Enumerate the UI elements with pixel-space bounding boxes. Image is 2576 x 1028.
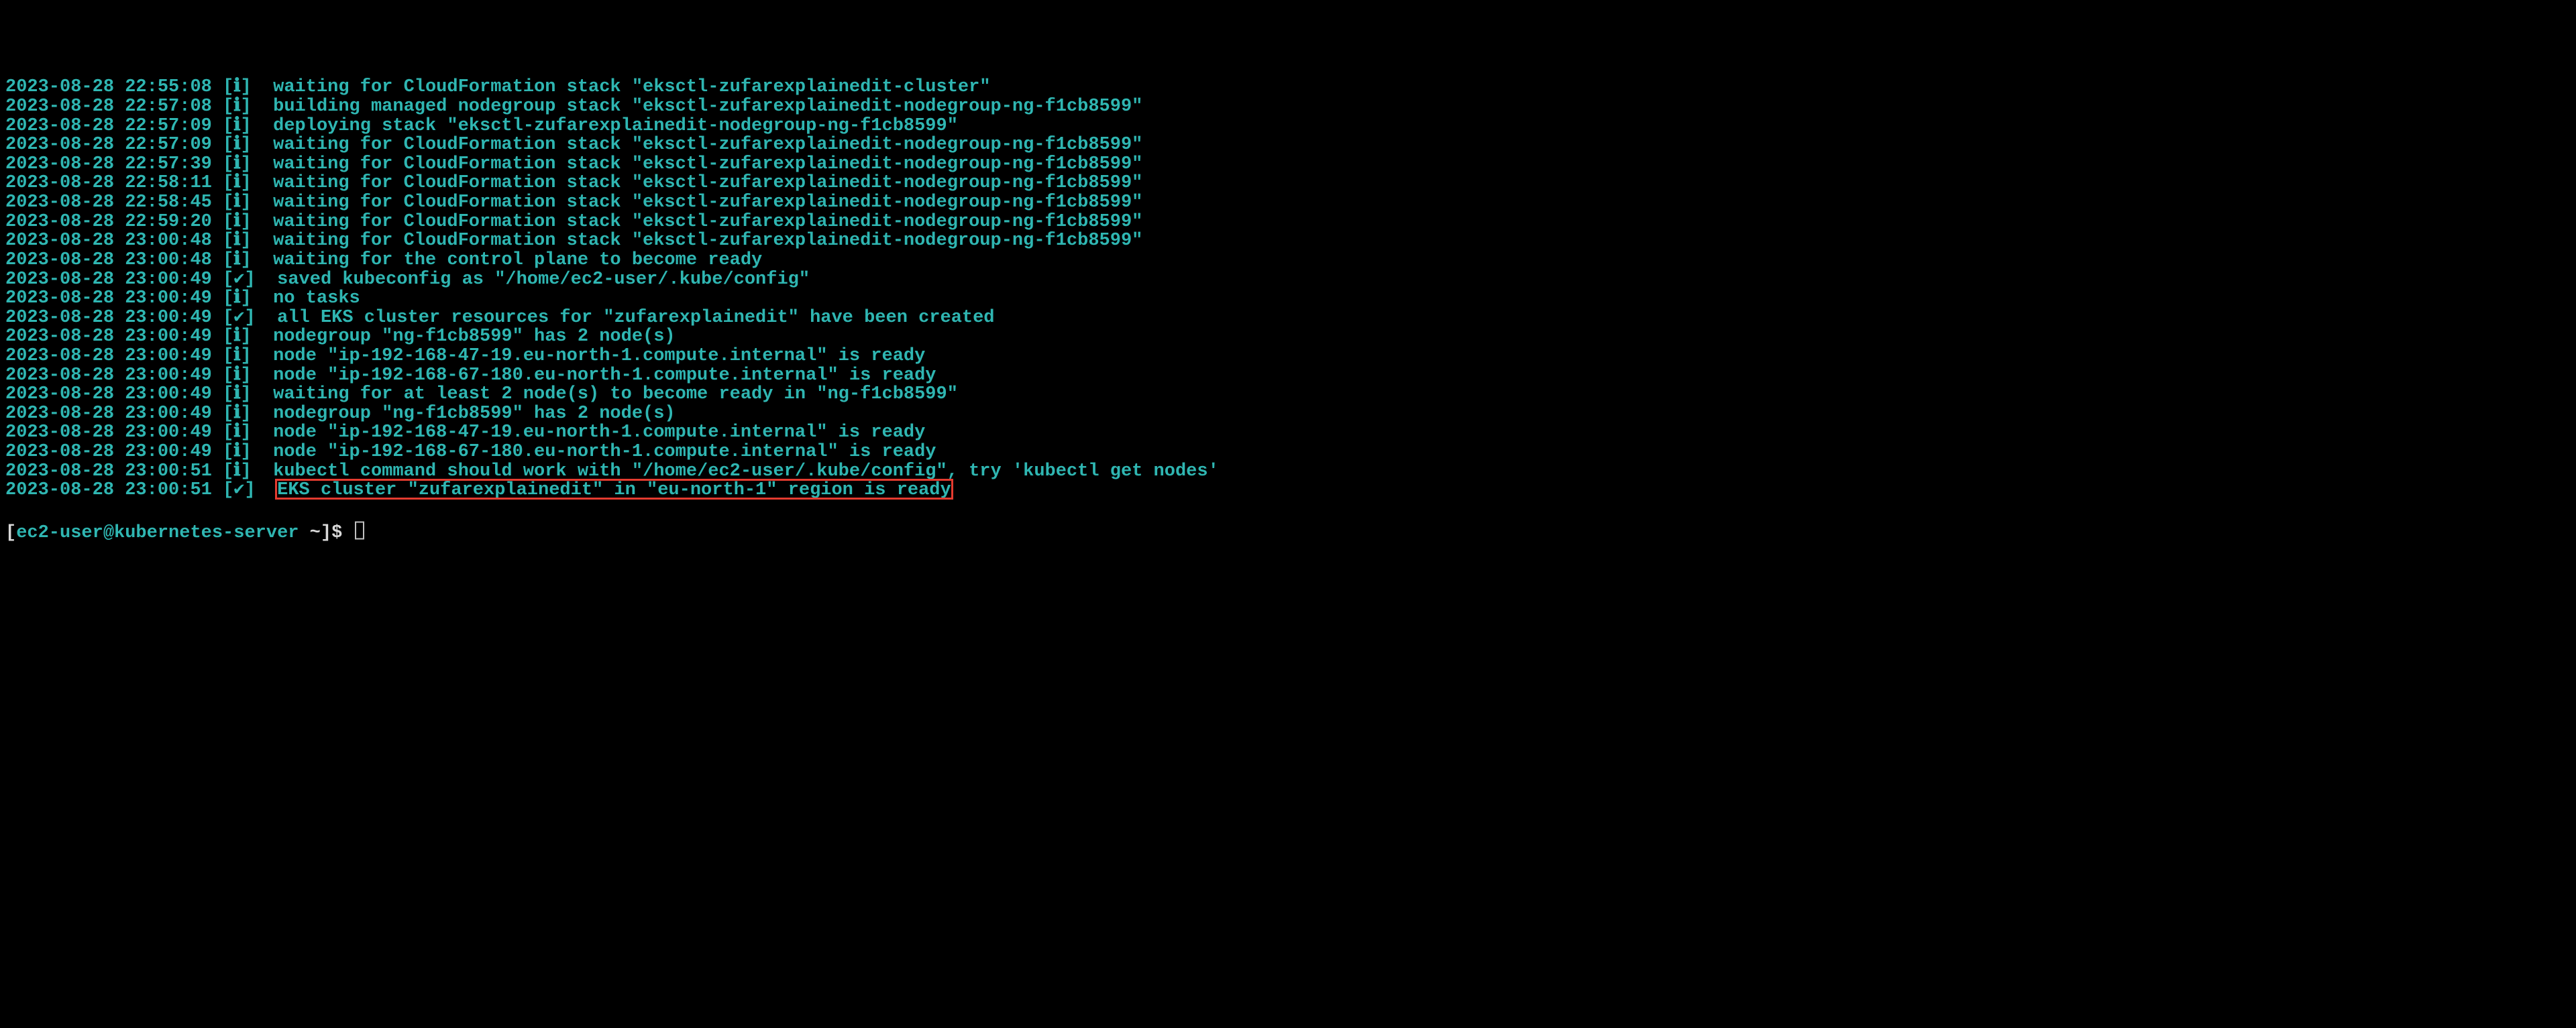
status-flag: [ℹ] xyxy=(223,231,252,251)
timestamp: 2023-08-28 23:00:48 xyxy=(5,250,212,270)
timestamp: 2023-08-28 23:00:49 xyxy=(5,346,212,366)
timestamp: 2023-08-28 23:00:49 xyxy=(5,365,212,386)
timestamp: 2023-08-28 22:58:45 xyxy=(5,192,212,213)
log-line: 2023-08-28 23:00:49 [ℹ] node "ip-192-168… xyxy=(5,423,2571,443)
timestamp: 2023-08-28 23:00:49 xyxy=(5,288,212,308)
timestamp: 2023-08-28 23:00:49 xyxy=(5,442,212,462)
log-line: 2023-08-28 22:57:39 [ℹ] waiting for Clou… xyxy=(5,155,2571,174)
log-message: waiting for at least 2 node(s) to become… xyxy=(273,384,958,404)
status-flag: [ℹ] xyxy=(223,384,252,404)
log-line: 2023-08-28 23:00:49 [ℹ] no tasks xyxy=(5,289,2571,308)
log-message: waiting for CloudFormation stack "eksctl… xyxy=(273,231,1142,251)
status-flag: [ℹ] xyxy=(223,250,252,270)
status-flag: [ℹ] xyxy=(223,461,252,481)
timestamp: 2023-08-28 22:59:20 xyxy=(5,212,212,232)
timestamp: 2023-08-28 23:00:49 xyxy=(5,422,212,443)
status-flag: [✔] xyxy=(223,480,256,500)
timestamp: 2023-08-28 22:57:09 xyxy=(5,135,212,155)
log-line: 2023-08-28 23:00:51 [✔] EKS cluster "zuf… xyxy=(5,481,2571,500)
log-line: 2023-08-28 22:57:09 [ℹ] waiting for Clou… xyxy=(5,135,2571,155)
log-message: node "ip-192-168-47-19.eu-north-1.comput… xyxy=(273,346,925,366)
log-message: node "ip-192-168-67-180.eu-north-1.compu… xyxy=(273,442,936,462)
status-flag: [✔] xyxy=(223,308,256,328)
log-line: 2023-08-28 22:58:11 [ℹ] waiting for Clou… xyxy=(5,174,2571,193)
prompt-user: ec2-user xyxy=(16,523,103,543)
status-flag: [ℹ] xyxy=(223,422,252,443)
shell-prompt-line[interactable]: [ec2-user@kubernetes-server ~]$ xyxy=(5,519,2571,543)
status-flag: [ℹ] xyxy=(223,327,252,347)
timestamp: 2023-08-28 22:57:08 xyxy=(5,97,212,117)
log-line: 2023-08-28 22:57:08 [ℹ] building managed… xyxy=(5,97,2571,117)
status-flag: [ℹ] xyxy=(223,77,252,97)
log-message: nodegroup "ng-f1cb8599" has 2 node(s) xyxy=(273,327,676,347)
timestamp: 2023-08-28 23:00:49 xyxy=(5,308,212,328)
prompt-at: @ xyxy=(103,523,114,543)
status-flag: [ℹ] xyxy=(223,116,252,136)
log-line: 2023-08-28 23:00:49 [ℹ] node "ip-192-168… xyxy=(5,443,2571,462)
timestamp: 2023-08-28 23:00:48 xyxy=(5,231,212,251)
prompt-tail: ~]$ xyxy=(299,523,353,543)
log-message: EKS cluster "zufarexplainedit" in "eu-no… xyxy=(277,480,951,500)
timestamp: 2023-08-28 23:00:49 xyxy=(5,384,212,404)
log-line: 2023-08-28 23:00:49 [ℹ] node "ip-192-168… xyxy=(5,347,2571,366)
status-flag: [✔] xyxy=(223,270,256,290)
log-message: all EKS cluster resources for "zufarexpl… xyxy=(277,308,994,328)
cursor-icon xyxy=(355,522,365,540)
status-flag: [ℹ] xyxy=(223,346,252,366)
log-message: kubectl command should work with "/home/… xyxy=(273,461,1219,481)
status-flag: [ℹ] xyxy=(223,135,252,155)
log-line: 2023-08-28 22:58:45 [ℹ] waiting for Clou… xyxy=(5,193,2571,213)
timestamp: 2023-08-28 23:00:49 xyxy=(5,270,212,290)
log-line: 2023-08-28 23:00:49 [✔] saved kubeconfig… xyxy=(5,270,2571,290)
log-message: waiting for CloudFormation stack "eksctl… xyxy=(273,212,1142,232)
log-message: waiting for CloudFormation stack "eksctl… xyxy=(273,192,1142,213)
log-line: 2023-08-28 23:00:49 [ℹ] nodegroup "ng-f1… xyxy=(5,404,2571,424)
timestamp: 2023-08-28 23:00:49 xyxy=(5,404,212,424)
timestamp: 2023-08-28 23:00:51 xyxy=(5,480,212,500)
log-line: 2023-08-28 22:59:20 [ℹ] waiting for Clou… xyxy=(5,213,2571,232)
status-flag: [ℹ] xyxy=(223,173,252,193)
log-message: deploying stack "eksctl-zufarexplainedit… xyxy=(273,116,958,136)
timestamp: 2023-08-28 22:57:39 xyxy=(5,154,212,174)
status-flag: [ℹ] xyxy=(223,154,252,174)
log-message: saved kubeconfig as "/home/ec2-user/.kub… xyxy=(277,270,810,290)
log-line: 2023-08-28 23:00:48 [ℹ] waiting for Clou… xyxy=(5,231,2571,251)
status-flag: [ℹ] xyxy=(223,442,252,462)
status-flag: [ℹ] xyxy=(223,288,252,308)
log-message: building managed nodegroup stack "eksctl… xyxy=(273,97,1142,117)
log-line: 2023-08-28 22:55:08 [ℹ] waiting for Clou… xyxy=(5,78,2571,97)
log-message: no tasks xyxy=(273,288,360,308)
timestamp: 2023-08-28 22:58:11 xyxy=(5,173,212,193)
log-line: 2023-08-28 23:00:49 [ℹ] waiting for at l… xyxy=(5,385,2571,404)
log-message: waiting for CloudFormation stack "eksctl… xyxy=(273,154,1142,174)
status-flag: [ℹ] xyxy=(223,192,252,213)
log-line: 2023-08-28 23:00:49 [ℹ] nodegroup "ng-f1… xyxy=(5,327,2571,347)
timestamp: 2023-08-28 23:00:51 xyxy=(5,461,212,481)
log-line: 2023-08-28 22:57:09 [ℹ] deploying stack … xyxy=(5,117,2571,136)
log-message: waiting for CloudFormation stack "eksctl… xyxy=(273,135,1142,155)
log-message: waiting for the control plane to become … xyxy=(273,250,762,270)
log-line: 2023-08-28 23:00:51 [ℹ] kubectl command … xyxy=(5,462,2571,481)
timestamp: 2023-08-28 23:00:49 xyxy=(5,327,212,347)
log-message: node "ip-192-168-47-19.eu-north-1.comput… xyxy=(273,422,925,443)
log-message: waiting for CloudFormation stack "eksctl… xyxy=(273,173,1142,193)
log-message: nodegroup "ng-f1cb8599" has 2 node(s) xyxy=(273,404,676,424)
status-flag: [ℹ] xyxy=(223,404,252,424)
log-line: 2023-08-28 23:00:49 [✔] all EKS cluster … xyxy=(5,308,2571,328)
log-message: waiting for CloudFormation stack "eksctl… xyxy=(273,77,990,97)
log-message: node "ip-192-168-67-180.eu-north-1.compu… xyxy=(273,365,936,386)
status-flag: [ℹ] xyxy=(223,97,252,117)
log-line: 2023-08-28 23:00:48 [ℹ] waiting for the … xyxy=(5,251,2571,270)
timestamp: 2023-08-28 22:57:09 xyxy=(5,116,212,136)
status-flag: [ℹ] xyxy=(223,365,252,386)
prompt-host: kubernetes-server xyxy=(114,523,299,543)
prompt-open: [ xyxy=(5,523,16,543)
timestamp: 2023-08-28 22:55:08 xyxy=(5,77,212,97)
status-flag: [ℹ] xyxy=(223,212,252,232)
log-line: 2023-08-28 23:00:49 [ℹ] node "ip-192-168… xyxy=(5,366,2571,386)
terminal-output: 2023-08-28 22:55:08 [ℹ] waiting for Clou… xyxy=(5,78,2571,500)
